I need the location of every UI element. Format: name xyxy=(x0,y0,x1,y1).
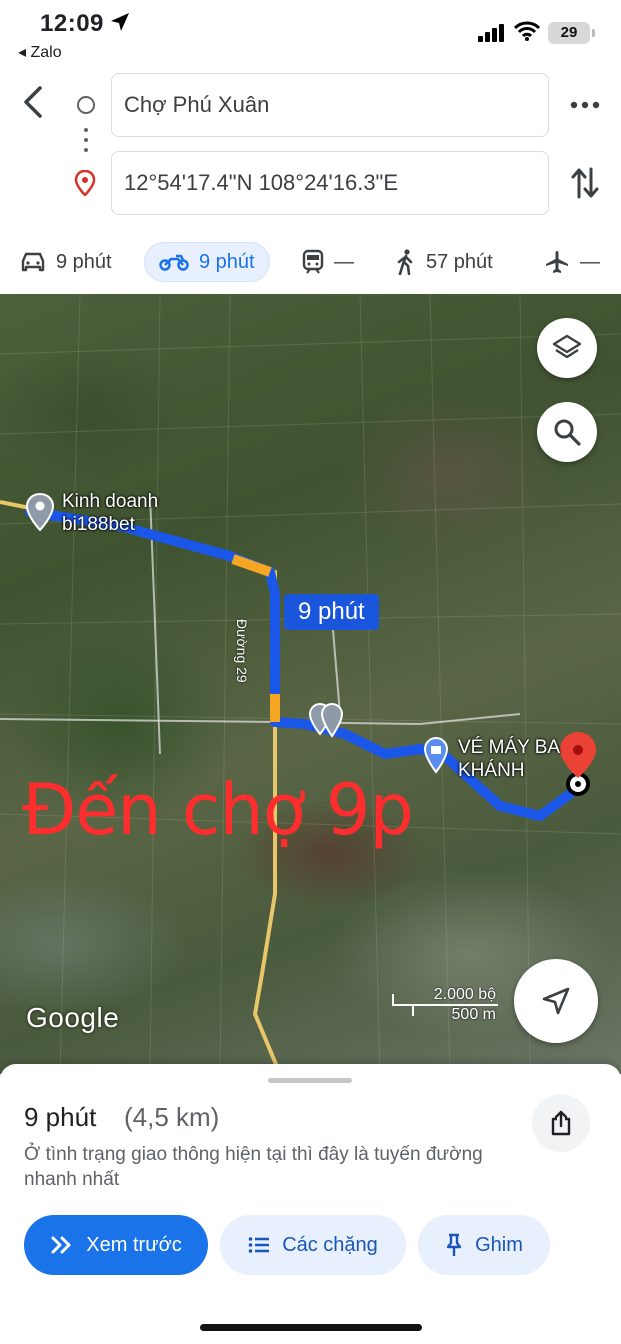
route-eta: 9 phút xyxy=(24,1102,97,1132)
mode-walk-label: 57 phút xyxy=(426,250,493,273)
sheet-drag-handle[interactable] xyxy=(268,1078,352,1083)
destination-pin-icon xyxy=(74,170,96,196)
pin-button[interactable]: Ghim xyxy=(418,1215,550,1275)
route-description: Ở tình trạng giao thông hiện tại thì đây… xyxy=(24,1144,483,1190)
more-options-icon[interactable] xyxy=(570,98,600,112)
airplane-icon xyxy=(546,251,568,273)
search-map-button[interactable] xyxy=(537,402,597,462)
start-navigation-button[interactable] xyxy=(514,959,598,1043)
cell-signal-icon xyxy=(478,24,504,42)
status-time: 12:09 xyxy=(40,10,104,37)
layers-button[interactable] xyxy=(537,318,597,378)
walking-icon xyxy=(397,249,413,275)
route-dots-icon xyxy=(84,128,88,158)
steps-button[interactable]: Các chặng xyxy=(220,1215,406,1275)
place-pin-icon xyxy=(25,492,55,532)
mode-car-label: 9 phút xyxy=(56,250,112,273)
mode-motorbike-label: 9 phút xyxy=(199,250,255,273)
wifi-icon xyxy=(514,21,540,41)
destination-field[interactable]: 12°54'17.4"N 108°24'16.3"E xyxy=(111,151,549,215)
place-label[interactable]: Kinh doanh bi188bet xyxy=(62,490,158,536)
home-indicator[interactable] xyxy=(200,1324,422,1331)
origin-field[interactable]: Chợ Phú Xuân xyxy=(111,73,549,137)
share-button[interactable] xyxy=(532,1094,590,1152)
status-bar: 12:09 ◂ Zalo 29 xyxy=(0,0,621,64)
share-icon xyxy=(551,1110,571,1136)
mode-flight[interactable]: — xyxy=(544,242,600,282)
road-label: Đường 29 xyxy=(234,619,250,683)
mode-walk[interactable]: 57 phút xyxy=(396,242,493,282)
layers-icon xyxy=(552,334,582,359)
route-distance: (4,5 km) xyxy=(124,1102,220,1132)
double-chevron-icon xyxy=(51,1236,71,1254)
location-arrow-icon xyxy=(111,13,129,31)
motorbike-icon xyxy=(159,254,189,271)
map-scale: 2.000 bộ 500 m xyxy=(392,984,502,1028)
car-icon xyxy=(21,252,45,272)
mode-transit-label: — xyxy=(334,250,354,273)
mode-flight-label: — xyxy=(580,250,600,273)
battery-indicator: 29 xyxy=(548,22,595,44)
train-icon xyxy=(302,249,324,274)
travel-mode-bar: 9 phút 9 phút — 57 phút — xyxy=(0,238,621,286)
overlay-annotation: Đến chợ 9p xyxy=(22,769,414,851)
back-arrow-icon[interactable] xyxy=(16,82,52,122)
swap-directions-icon[interactable] xyxy=(570,165,600,201)
scale-bottom-label: 500 m xyxy=(451,1006,496,1023)
list-icon xyxy=(248,1237,270,1253)
search-icon xyxy=(554,419,581,446)
preview-button-label: Xem trước xyxy=(86,1233,182,1256)
mode-motorbike[interactable]: 9 phút xyxy=(144,242,270,282)
map-roads-layer xyxy=(0,294,621,1074)
scale-top-label: 2.000 bộ xyxy=(433,986,496,1003)
preview-button[interactable]: Xem trước xyxy=(24,1215,208,1275)
place-label[interactable]: VÉ MÁY BA KHÁNH xyxy=(458,736,560,782)
route-time-badge[interactable]: 9 phút xyxy=(284,594,379,630)
google-attribution: Google xyxy=(26,1002,120,1033)
pin-icon xyxy=(446,1233,462,1256)
steps-button-label: Các chặng xyxy=(282,1233,378,1256)
route-summary-sheet: 9 phút (4,5 km) Ở tình trạng giao thông … xyxy=(0,1064,621,1344)
mode-transit[interactable]: — xyxy=(302,242,354,282)
navigation-arrow-icon xyxy=(542,987,570,1015)
origin-circle-icon xyxy=(77,96,95,114)
map-view[interactable]: Kinh doanh bi188bet VÉ MÁY BA KHÁNH Đườn… xyxy=(0,294,621,1074)
back-to-app-link[interactable]: ◂ Zalo xyxy=(18,42,62,62)
mode-car[interactable]: 9 phút xyxy=(20,242,112,282)
pin-button-label: Ghim xyxy=(475,1233,523,1256)
